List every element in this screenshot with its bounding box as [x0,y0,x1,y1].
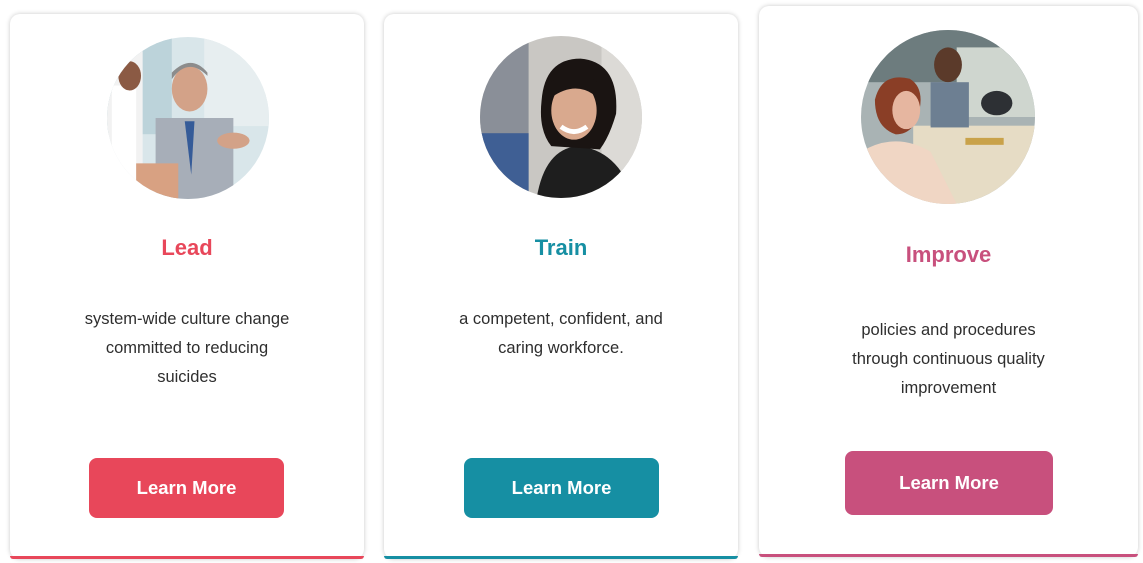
improve-card: Improve policies and procedures through … [759,6,1138,557]
improve-title: Improve [905,242,992,267]
improve-description-line: through continuous quality [852,350,1045,368]
improve-learn-more-button[interactable]: Learn More [845,451,1053,515]
lead-description: system-wide culture change committed to … [10,305,364,392]
train-photo [480,36,642,198]
improve-photo [861,30,1035,204]
train-learn-more-button[interactable]: Learn More [464,458,659,518]
train-accent-bar [384,556,738,559]
train-description: a competent, confident, and caring workf… [384,305,738,363]
lead-accent-bar [10,556,364,559]
cards-row: Lead system-wide culture change committe… [0,0,1143,563]
lead-description-line: committed to reducing [105,339,269,357]
improve-accent-bar [759,554,1138,557]
lead-photo [107,37,269,199]
train-title: Train [534,235,588,260]
train-description-line: caring workforce. [498,339,624,357]
train-card: Train a competent, confident, and caring… [384,14,738,559]
train-description-line: a competent, confident, and [459,310,663,328]
lead-description-line: suicides [157,368,217,386]
lead-learn-more-button[interactable]: Learn More [89,458,284,518]
improve-description-line: improvement [900,379,997,397]
improve-description-line: policies and procedures [861,321,1036,339]
lead-description-line: system-wide culture change [84,310,290,328]
lead-card: Lead system-wide culture change committe… [10,14,364,559]
improve-description: policies and procedures through continuo… [759,316,1138,403]
lead-title: Lead [161,235,213,260]
